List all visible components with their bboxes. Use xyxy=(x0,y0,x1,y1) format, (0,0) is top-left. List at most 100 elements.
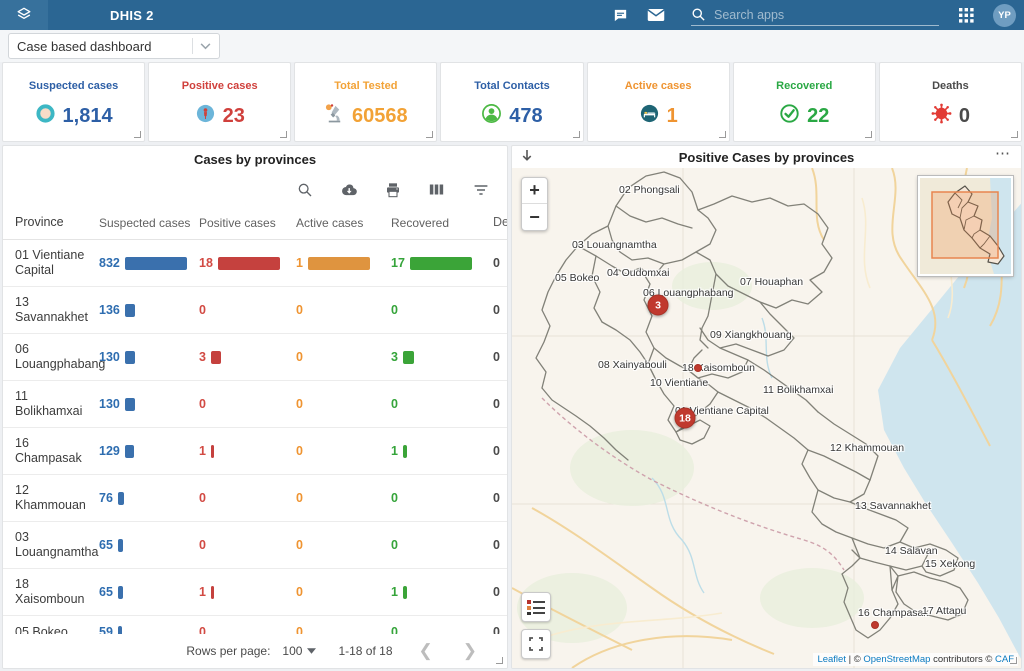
columns-icon[interactable] xyxy=(428,181,445,198)
value-bar xyxy=(218,257,280,270)
value-bar xyxy=(403,445,407,458)
zoom-in-button[interactable]: + xyxy=(522,178,547,204)
print-icon[interactable] xyxy=(384,181,401,198)
resize-handle[interactable] xyxy=(496,657,503,664)
col-header-active[interactable]: Active cases xyxy=(296,215,391,230)
col-header-recovered[interactable]: Recovered xyxy=(391,215,493,230)
card-title: Suspected cases xyxy=(29,80,118,92)
table-row[interactable]: 16 Champasak1291010 xyxy=(3,428,507,475)
card-suspected-cases[interactable]: Suspected cases 1,814 xyxy=(2,62,145,142)
province-label: 05 Bokeo xyxy=(555,272,599,284)
cell-active: 0 xyxy=(296,585,391,599)
osm-link[interactable]: OpenStreetMap xyxy=(863,654,930,665)
map-legend-button[interactable] xyxy=(521,592,551,622)
rows-per-page-select[interactable]: 100 xyxy=(282,644,316,658)
rows-per-page-label: Rows per page: xyxy=(186,644,270,658)
cell-recovered: 1 xyxy=(391,585,493,599)
map-attribution: Leaflet | © OpenStreetMap contributors ©… xyxy=(813,653,1018,666)
table-row[interactable]: 01 Vientiane Capital832181170 xyxy=(3,240,507,287)
apps-grid-icon[interactable] xyxy=(957,6,975,24)
province-label: 09 Xiangkhouang xyxy=(710,329,792,341)
table-search-icon[interactable] xyxy=(296,181,313,198)
leaflet-link[interactable]: Leaflet xyxy=(817,654,846,665)
card-recovered[interactable]: Recovered 22 xyxy=(733,62,876,142)
resize-handle[interactable] xyxy=(719,131,726,138)
search-apps-input[interactable] xyxy=(712,7,939,23)
dhis2-logo[interactable] xyxy=(0,0,48,30)
user-avatar[interactable]: YP xyxy=(993,4,1016,27)
cell-positive: 0 xyxy=(199,538,296,552)
card-active-cases[interactable]: Active cases 1 xyxy=(587,62,730,142)
cell-suspected: 136 xyxy=(99,303,199,317)
province-label: 11 Bolikhamxai xyxy=(763,384,833,396)
card-total-tested[interactable]: Total Tested 60568 xyxy=(294,62,437,142)
value-bar xyxy=(403,586,407,599)
table-row[interactable]: 03 Louangnamtha650000 xyxy=(3,522,507,569)
table-row[interactable]: 13 Savannakhet1360000 xyxy=(3,287,507,334)
province-label: 16 Champasak xyxy=(858,607,929,619)
card-title: Total Tested xyxy=(334,80,397,92)
resize-handle[interactable] xyxy=(573,131,580,138)
col-header-positive[interactable]: Positive cases xyxy=(199,215,296,230)
cell-positive: 3 xyxy=(199,350,296,364)
card-value: 60568 xyxy=(352,105,408,128)
value-bar xyxy=(125,304,135,317)
messages-icon[interactable] xyxy=(611,6,629,24)
case-count-marker[interactable]: 18 xyxy=(675,408,696,429)
province-name: 06 Louangphabang xyxy=(15,342,99,372)
cell-active: 0 xyxy=(296,303,391,317)
card-value: 478 xyxy=(509,105,542,128)
resize-handle[interactable] xyxy=(1010,657,1017,664)
case-dot-marker[interactable] xyxy=(871,621,879,629)
map-panel-title: Positive Cases by provinces xyxy=(512,150,1021,165)
table-row[interactable]: 12 Khammouan760000 xyxy=(3,475,507,522)
card-value: 23 xyxy=(223,105,245,128)
province-name: 12 Khammouan xyxy=(15,483,99,513)
more-options-icon[interactable]: ⋯ xyxy=(995,145,1011,162)
table-toolbar xyxy=(3,167,507,206)
col-header-suspected[interactable]: Suspected cases xyxy=(99,215,199,230)
next-page-icon[interactable]: ❯ xyxy=(459,641,481,661)
cell-deaths: 0 xyxy=(493,397,508,411)
card-deaths[interactable]: Deaths 0 xyxy=(879,62,1022,142)
download-arrow-icon[interactable] xyxy=(520,149,534,169)
resize-handle[interactable] xyxy=(280,131,287,138)
value-bar xyxy=(118,586,123,599)
overview-minimap[interactable] xyxy=(918,176,1013,276)
zoom-out-button[interactable]: − xyxy=(522,204,547,230)
dashboard-selector[interactable]: Case based dashboard xyxy=(8,33,220,59)
table-row[interactable]: 18 Xaisomboun651010 xyxy=(3,569,507,616)
card-title: Active cases xyxy=(625,80,692,92)
province-label: 10 Vientiane xyxy=(650,377,708,389)
resize-handle[interactable] xyxy=(1011,131,1018,138)
resize-handle[interactable] xyxy=(426,131,433,138)
cell-deaths: 0 xyxy=(493,256,508,270)
mail-icon[interactable] xyxy=(647,6,665,24)
card-value: 22 xyxy=(807,105,829,128)
cell-recovered: 0 xyxy=(391,491,493,505)
province-label: 03 Louangnamtha xyxy=(572,239,657,251)
card-title: Positive cases xyxy=(182,80,258,92)
cell-recovered: 3 xyxy=(391,350,493,364)
check-circle-icon xyxy=(779,103,800,130)
table-rows: 01 Vientiane Capital83218117013 Savannak… xyxy=(3,240,507,669)
card-total-contacts[interactable]: Total Contacts 478 xyxy=(440,62,583,142)
province-label: 17 Attapu xyxy=(922,605,966,617)
prev-page-icon[interactable]: ❮ xyxy=(415,641,437,661)
value-bar xyxy=(118,539,123,552)
case-dot-marker[interactable] xyxy=(694,364,702,372)
col-header-province[interactable]: Province xyxy=(15,215,99,230)
case-count-marker[interactable]: 3 xyxy=(648,295,669,316)
download-icon[interactable] xyxy=(340,181,357,198)
table-row[interactable]: 11 Bolikhamxai1300000 xyxy=(3,381,507,428)
col-header-deaths[interactable]: Deaths xyxy=(493,215,508,230)
fullscreen-button[interactable] xyxy=(521,629,551,659)
card-value: 1 xyxy=(667,105,678,128)
filter-icon[interactable] xyxy=(472,181,489,198)
province-label: 18 Xaisomboun xyxy=(682,362,755,374)
resize-handle[interactable] xyxy=(865,131,872,138)
card-positive-cases[interactable]: Positive cases 23 xyxy=(148,62,291,142)
map-canvas[interactable]: + − xyxy=(512,168,1021,668)
resize-handle[interactable] xyxy=(134,131,141,138)
table-row[interactable]: 06 Louangphabang1303030 xyxy=(3,334,507,381)
